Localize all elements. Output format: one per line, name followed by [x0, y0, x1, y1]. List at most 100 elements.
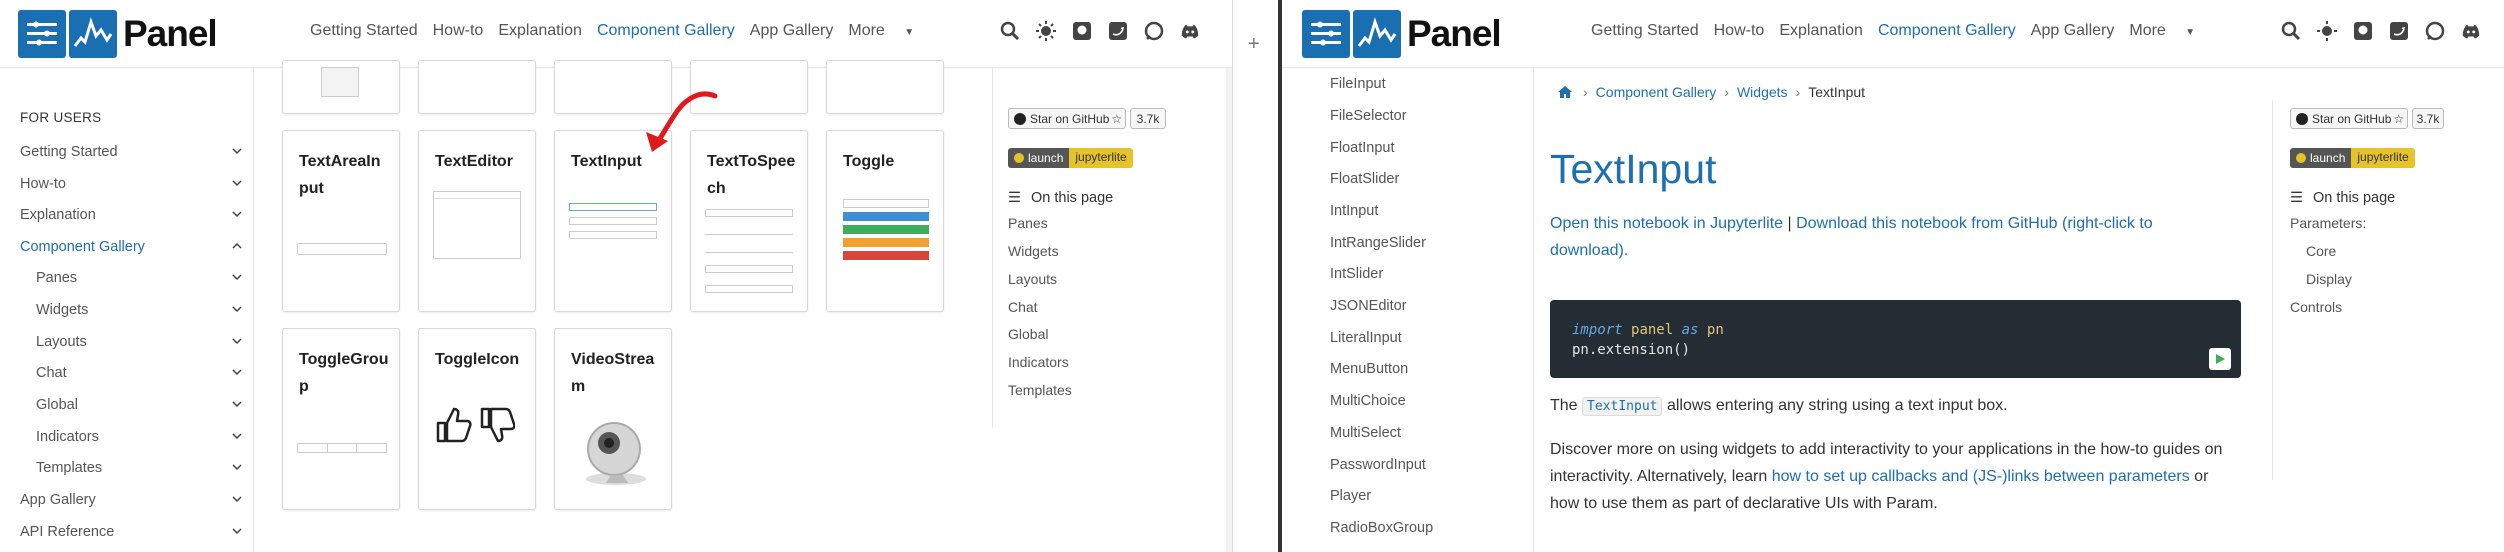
nav-explanation[interactable]: Explanation	[1779, 22, 1863, 40]
sidebar-item-multichoice[interactable]: MultiChoice	[1330, 393, 1406, 409]
github-icon[interactable]	[2352, 20, 2374, 42]
toc-item-global[interactable]: Global	[1008, 326, 1048, 342]
sidebar-item-floatslider[interactable]: FloatSlider	[1330, 171, 1399, 187]
nav-more[interactable]: More ▼	[848, 22, 929, 40]
sidebar-item-panes[interactable]: Panes	[36, 270, 248, 286]
home-icon[interactable]	[1557, 85, 1573, 99]
chat-icon[interactable]	[2424, 20, 2446, 42]
gallery-card-partial[interactable]	[826, 60, 944, 114]
new-tab-plus-icon[interactable]: +	[1248, 33, 1260, 56]
chevron-down-icon[interactable]	[232, 209, 242, 219]
code-block[interactable]: import panel as pn pn.extension()	[1550, 300, 2241, 378]
nav-getting-started[interactable]: Getting Started	[310, 22, 418, 40]
toc-item-indicators[interactable]: Indicators	[1008, 354, 1069, 370]
breadcrumb-widgets[interactable]: Widgets	[1737, 84, 1788, 100]
callbacks-links-link[interactable]: how to set up callbacks and (JS-)links b…	[1772, 468, 2190, 485]
sidebar-item-component-gallery[interactable]: Component Gallery	[20, 239, 248, 255]
chevron-down-icon[interactable]	[232, 399, 242, 409]
sidebar-item-api-reference[interactable]: API Reference	[20, 524, 248, 540]
sidebar-item-radioboxgroup[interactable]: RadioBoxGroup	[1330, 520, 1433, 536]
sidebar-item-indicators[interactable]: Indicators	[36, 429, 248, 445]
sidebar-item-templates[interactable]: Templates	[36, 460, 248, 476]
sidebar-item-intrangeslider[interactable]: IntRangeSlider	[1330, 235, 1426, 251]
nav-component-gallery[interactable]: Component Gallery	[597, 22, 735, 40]
sidebar-item-passwordinput[interactable]: PasswordInput	[1330, 457, 1426, 473]
toc-item-templates[interactable]: Templates	[1008, 382, 1072, 398]
search-icon[interactable]	[2280, 20, 2302, 42]
run-button[interactable]	[2209, 348, 2231, 370]
chevron-down-icon[interactable]	[232, 462, 242, 472]
sidebar-item-multiselect[interactable]: MultiSelect	[1330, 425, 1401, 441]
nav-app-gallery[interactable]: App Gallery	[2031, 22, 2115, 40]
toc-item-panes[interactable]: Panes	[1008, 215, 1048, 231]
chevron-down-icon[interactable]	[232, 526, 242, 536]
breadcrumb-component-gallery[interactable]: Component Gallery	[1596, 84, 1717, 100]
sidebar-item-intinput[interactable]: IntInput	[1330, 203, 1378, 219]
sidebar-item-global[interactable]: Global	[36, 397, 248, 413]
toc-item-layouts[interactable]: Layouts	[1008, 271, 1057, 287]
gallery-card-partial[interactable]	[418, 60, 536, 114]
nav-how-to[interactable]: How-to	[1714, 22, 1765, 40]
theme-toggle-icon[interactable]	[2316, 20, 2338, 42]
theme-toggle-icon[interactable]	[1035, 20, 1057, 42]
discord-icon[interactable]	[2460, 20, 2482, 42]
search-icon[interactable]	[999, 20, 1021, 42]
chevron-up-icon[interactable]	[232, 241, 242, 251]
twitter-icon[interactable]	[1107, 20, 1129, 42]
nav-how-to[interactable]: How-to	[433, 22, 484, 40]
twitter-icon[interactable]	[2388, 20, 2410, 42]
toc-item-parameters[interactable]: Parameters:	[2290, 215, 2366, 231]
toc-item-widgets[interactable]: Widgets	[1008, 243, 1059, 259]
chevron-down-icon[interactable]	[232, 367, 242, 377]
chevron-down-icon[interactable]	[232, 494, 242, 504]
sidebar-item-fileselector[interactable]: FileSelector	[1330, 108, 1407, 124]
sidebar-item-app-gallery[interactable]: App Gallery	[20, 492, 248, 508]
sidebar-item-explanation[interactable]: Explanation	[20, 207, 248, 223]
chevron-down-icon[interactable]	[232, 178, 242, 188]
sidebar-item-intslider[interactable]: IntSlider	[1330, 266, 1383, 282]
menu-icon[interactable]	[1302, 10, 1350, 58]
gallery-card-partial[interactable]	[282, 60, 400, 114]
gallery-card-textareainput[interactable]: TextAreaInput	[282, 130, 400, 312]
sidebar-item-literalinput[interactable]: LiteralInput	[1330, 330, 1402, 346]
sidebar-item-getting-started[interactable]: Getting Started	[20, 144, 248, 160]
github-star-button[interactable]: Star on GitHub ☆	[1008, 108, 1126, 129]
chevron-down-icon[interactable]	[232, 431, 242, 441]
chat-icon[interactable]	[1143, 20, 1165, 42]
discord-icon[interactable]	[1179, 20, 1201, 42]
toc-item-chat[interactable]: Chat	[1008, 299, 1038, 315]
chevron-down-icon[interactable]	[232, 146, 242, 156]
nav-getting-started[interactable]: Getting Started	[1591, 22, 1699, 40]
nav-explanation[interactable]: Explanation	[498, 22, 582, 40]
sidebar-item-fileinput[interactable]: FileInput	[1330, 76, 1386, 92]
github-icon[interactable]	[1071, 20, 1093, 42]
nav-component-gallery[interactable]: Component Gallery	[1878, 22, 2016, 40]
nav-app-gallery[interactable]: App Gallery	[750, 22, 834, 40]
toc-item-controls[interactable]: Controls	[2290, 299, 2342, 315]
github-star-button[interactable]: Star on GitHub ☆	[2290, 108, 2408, 129]
sidebar-item-widgets[interactable]: Widgets	[36, 302, 248, 318]
sidebar-item-jsoneditor[interactable]: JSONEditor	[1330, 298, 1407, 314]
panel-logo[interactable]: Panel	[18, 10, 218, 58]
panel-logo[interactable]: Panel	[1302, 10, 1502, 58]
gallery-card-toggleicon[interactable]: ToggleIcon	[418, 328, 536, 510]
launch-jupyterlite-badge[interactable]: launch jupyterlite	[2290, 148, 2415, 168]
sidebar-item-layouts[interactable]: Layouts	[36, 334, 248, 350]
open-jupyterlite-link[interactable]: Open this notebook in Jupyterlite	[1550, 215, 1783, 232]
gallery-card-toggle[interactable]: Toggle	[826, 130, 944, 312]
chevron-down-icon[interactable]	[232, 336, 242, 346]
nav-more[interactable]: More ▼	[2129, 22, 2210, 40]
sidebar-item-chat[interactable]: Chat	[36, 365, 248, 381]
sidebar-item-floatinput[interactable]: FloatInput	[1330, 140, 1395, 156]
gallery-card-togglegroup[interactable]: ToggleGroup	[282, 328, 400, 510]
chevron-down-icon[interactable]	[232, 304, 242, 314]
toc-item-core[interactable]: Core	[2306, 243, 2336, 259]
chevron-down-icon[interactable]	[232, 272, 242, 282]
gallery-card-videostream[interactable]: VideoStream	[554, 328, 672, 510]
menu-icon[interactable]	[18, 10, 66, 58]
toc-item-display[interactable]: Display	[2306, 271, 2352, 287]
sidebar-item-menubutton[interactable]: MenuButton	[1330, 361, 1408, 377]
gallery-card-texteditor[interactable]: TextEditor	[418, 130, 536, 312]
sidebar-item-how-to[interactable]: How-to	[20, 176, 248, 192]
launch-jupyterlite-badge[interactable]: launch jupyterlite	[1008, 148, 1133, 168]
